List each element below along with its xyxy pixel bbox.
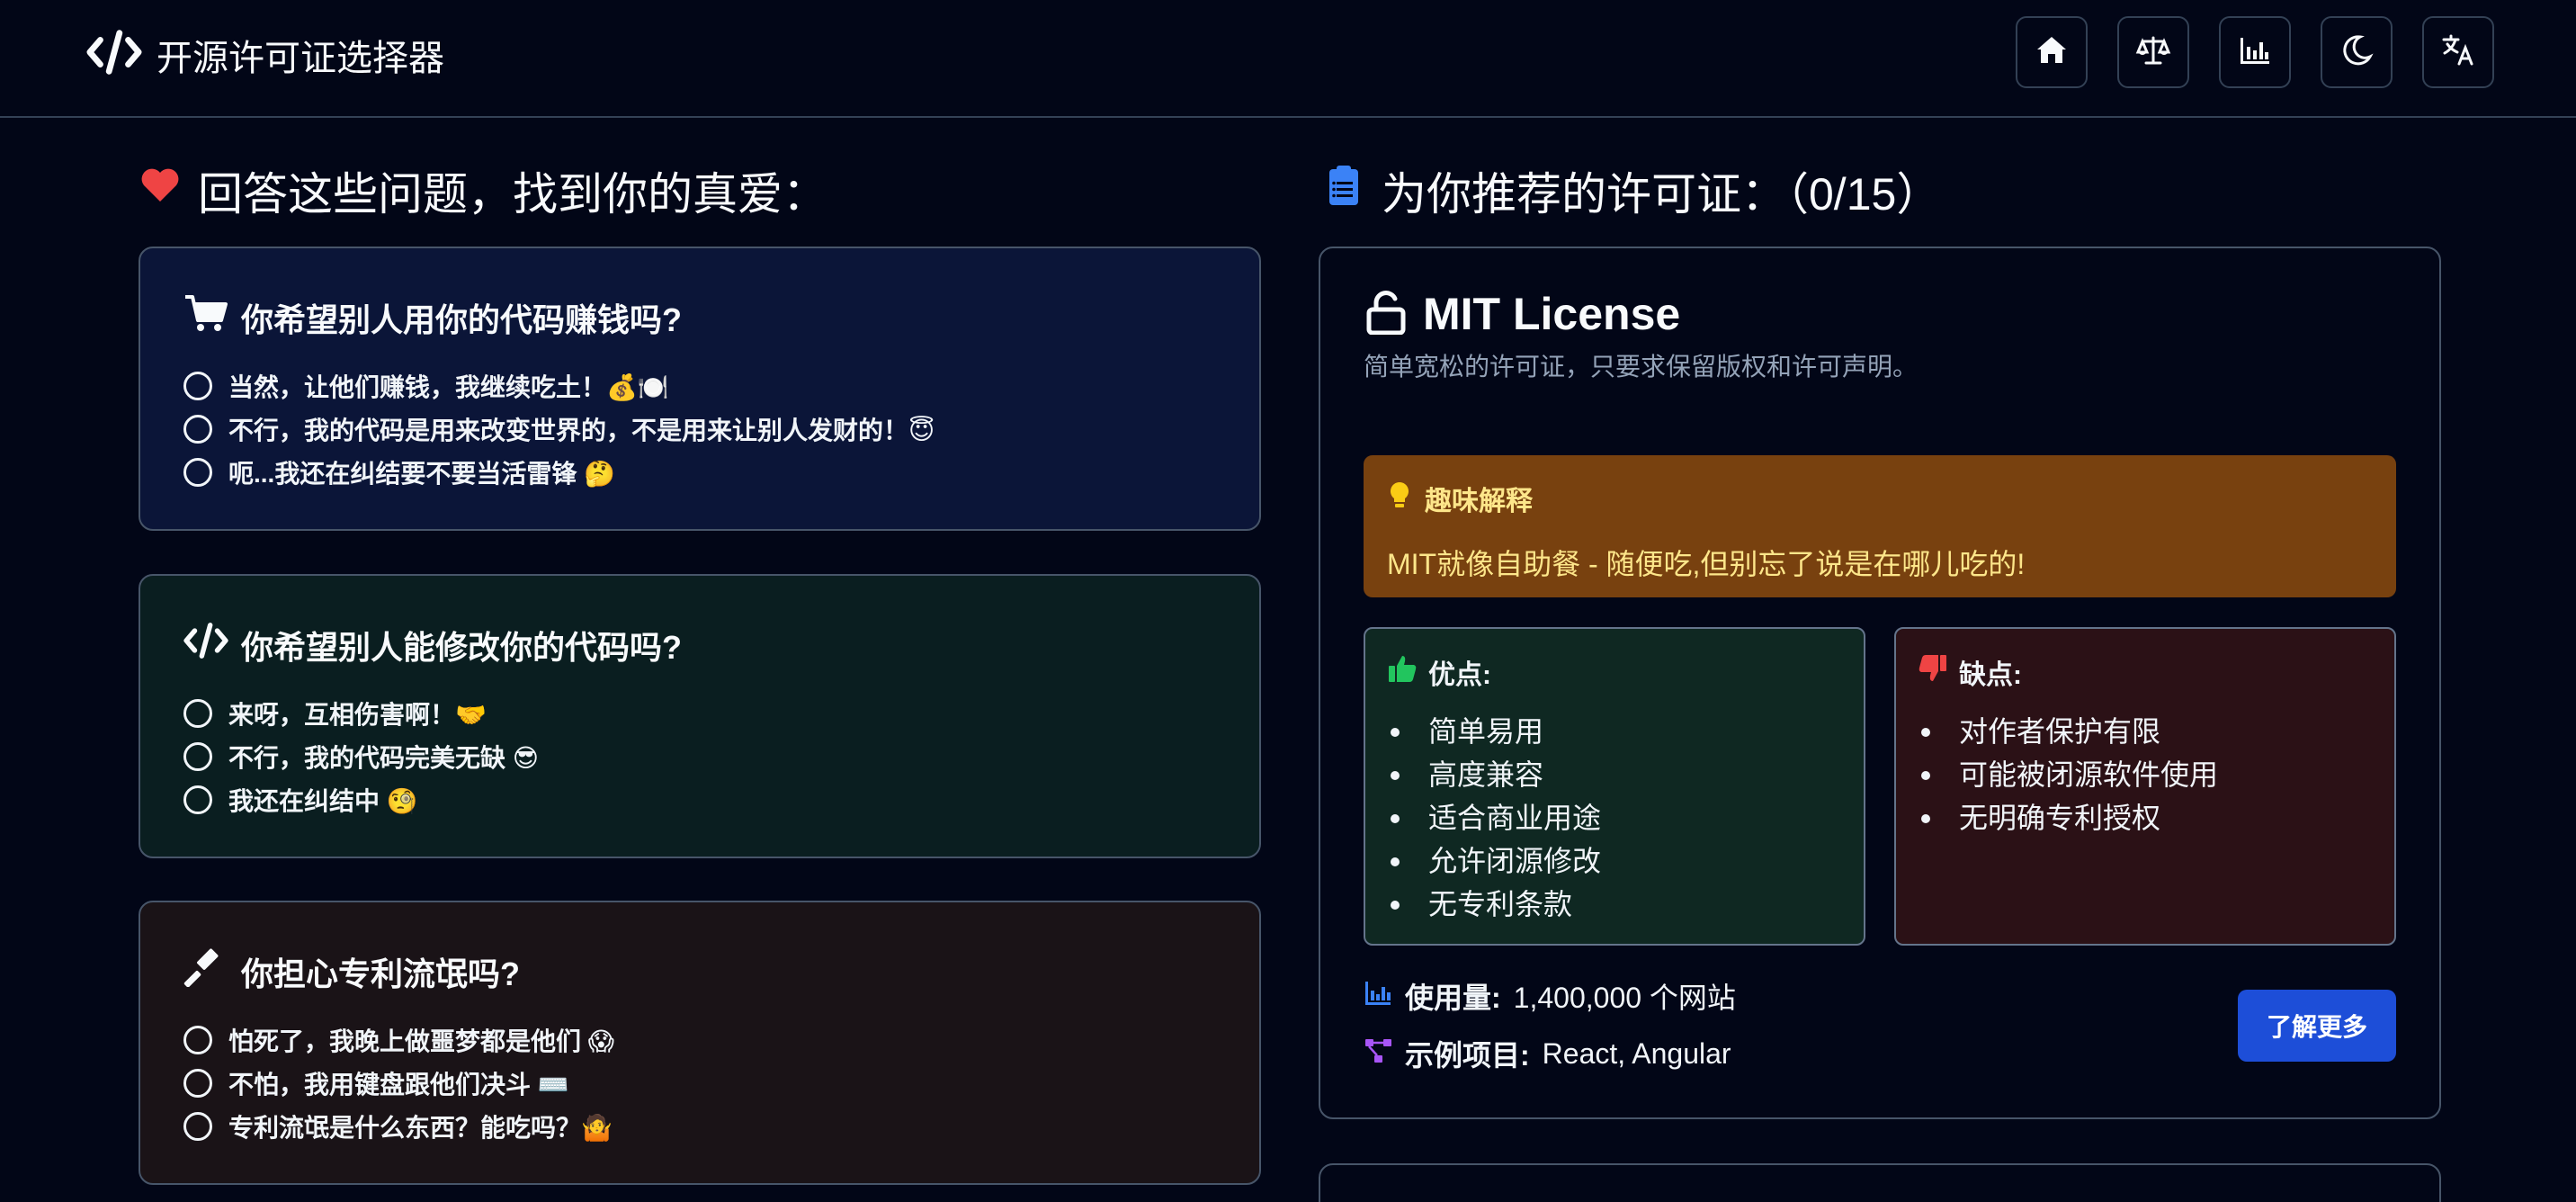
projects-value: React, Angular bbox=[1542, 1036, 1731, 1070]
question-card-modification: 你希望别人能修改你的代码吗? 来呀，互相伤害啊！🤝 不行，我的代码完美无缺 😎 … bbox=[139, 574, 1261, 858]
pros-title: 优点: bbox=[1428, 660, 1491, 690]
fun-title: 趣味解释 bbox=[1425, 487, 1533, 516]
option[interactable]: 当然，让他们赚钱，我继续吃土！💰🍽️ bbox=[183, 364, 1216, 408]
list-item: 简单易用 bbox=[1387, 710, 1842, 753]
radio-button[interactable] bbox=[183, 699, 212, 728]
stats-button[interactable] bbox=[2219, 16, 2291, 88]
nav-buttons bbox=[2016, 16, 2494, 88]
license-name: MIT License bbox=[1423, 289, 1681, 339]
moon-icon bbox=[2339, 32, 2375, 73]
language-button[interactable] bbox=[2422, 16, 2494, 88]
radio-button[interactable] bbox=[183, 742, 212, 771]
usage-value: 1,400,000 个网站 bbox=[1513, 982, 1736, 1014]
translate-icon bbox=[2440, 32, 2476, 73]
lightbulb-icon bbox=[1387, 480, 1412, 516]
chart-icon bbox=[2237, 32, 2273, 73]
pros-box: 优点: 简单易用 高度兼容 适合商业用途 允许闭源修改 无专利条款 bbox=[1364, 627, 1865, 946]
usage-stat: 使用量: 1,400,000 个网站 bbox=[1364, 975, 1736, 1017]
cons-list: 对作者保护有限 可能被闭源软件使用 无明确专利授权 bbox=[1918, 710, 2373, 839]
option[interactable]: 不行，我的代码完美无缺 😎 bbox=[183, 735, 1216, 778]
option[interactable]: 不行，我的代码是用来改变世界的，不是用来让别人发财的！😇 bbox=[183, 408, 1216, 451]
license-card-mit: MIT License 简单宽松的许可证，只要求保留版权和许可声明。 趣味解释 … bbox=[1319, 247, 2441, 1119]
recommendations-title: 为你推荐的许可证：（0/15） bbox=[1322, 158, 1941, 223]
cons-title: 缺点: bbox=[1959, 660, 2022, 690]
recommendations-title-text: 为你推荐的许可证：（0/15） bbox=[1382, 169, 1942, 220]
list-item: 适合商业用途 bbox=[1387, 796, 1842, 839]
option[interactable]: 呃...我还在纠结要不要当活雷锋 🤔 bbox=[183, 451, 1216, 494]
license-description: 简单宽松的许可证，只要求保留版权和许可声明。 bbox=[1364, 353, 1919, 381]
question-title: 你希望别人用你的代码赚钱吗? bbox=[183, 293, 1216, 341]
pros-list: 简单易用 高度兼容 适合商业用途 允许闭源修改 无专利条款 bbox=[1387, 710, 1842, 926]
project-diagram-icon bbox=[1364, 1036, 1392, 1072]
list-item: 可能被闭源软件使用 bbox=[1918, 753, 2373, 796]
radio-button[interactable] bbox=[183, 1026, 212, 1054]
brand[interactable]: 开源许可证选择器 bbox=[86, 27, 444, 82]
questions-title-text: 回答这些问题，找到你的真爱： bbox=[198, 169, 827, 220]
list-item: 无明确专利授权 bbox=[1918, 796, 2373, 839]
fun-explanation: 趣味解释 MIT就像自助餐 - 随便吃,但别忘了说是在哪儿吃的! bbox=[1364, 455, 2396, 597]
license-header: MIT License bbox=[1364, 288, 1680, 340]
gavel-icon bbox=[183, 947, 228, 995]
radio-button[interactable] bbox=[183, 458, 212, 487]
fun-text: MIT就像自助餐 - 随便吃,但别忘了说是在哪儿吃的! bbox=[1387, 548, 2026, 580]
code-icon bbox=[86, 27, 142, 82]
code-icon bbox=[183, 621, 228, 668]
thumbs-down-icon bbox=[1918, 653, 1948, 691]
list-item: 高度兼容 bbox=[1387, 753, 1842, 796]
radio-button[interactable] bbox=[183, 785, 212, 814]
option[interactable]: 不怕，我用键盘跟他们决斗 ⌨️ bbox=[183, 1062, 1216, 1105]
radio-button[interactable] bbox=[183, 372, 212, 400]
home-icon bbox=[2034, 32, 2070, 73]
question-title: 你希望别人能修改你的代码吗? bbox=[183, 621, 1216, 668]
option[interactable]: 怕死了，我晚上做噩梦都是他们 😱 bbox=[183, 1018, 1216, 1062]
radio-button[interactable] bbox=[183, 415, 212, 444]
home-button[interactable] bbox=[2016, 16, 2088, 88]
question-card-patent: 你担心专利流氓吗? 怕死了，我晚上做噩梦都是他们 😱 不怕，我用键盘跟他们决斗 … bbox=[139, 901, 1261, 1185]
scale-icon bbox=[2135, 32, 2171, 73]
radio-button[interactable] bbox=[183, 1069, 212, 1098]
thumbs-up-icon bbox=[1387, 653, 1418, 691]
questions-title: 回答这些问题，找到你的真爱： bbox=[139, 158, 827, 223]
cons-box: 缺点: 对作者保护有限 可能被闭源软件使用 无明确专利授权 bbox=[1894, 627, 2396, 946]
clipboard-icon bbox=[1322, 164, 1365, 218]
option[interactable]: 我还在纠结中 🧐 bbox=[183, 778, 1216, 821]
cart-icon bbox=[183, 293, 228, 341]
theme-toggle-button[interactable] bbox=[2321, 16, 2393, 88]
list-item: 无专利条款 bbox=[1387, 883, 1842, 926]
radio-button[interactable] bbox=[183, 1112, 212, 1141]
learn-more-button[interactable]: 了解更多 bbox=[2238, 990, 2396, 1062]
unlock-icon bbox=[1364, 290, 1409, 339]
list-item: 对作者保护有限 bbox=[1918, 710, 2373, 753]
option[interactable]: 来呀，互相伤害啊！🤝 bbox=[183, 692, 1216, 735]
projects-stat: 示例项目: React, Angular bbox=[1364, 1033, 1731, 1074]
option[interactable]: 专利流氓是什么东西？能吃吗？🤷 bbox=[183, 1105, 1216, 1148]
chart-icon bbox=[1364, 978, 1392, 1014]
license-card-next bbox=[1319, 1163, 2441, 1202]
question-card-commercial: 你希望别人用你的代码赚钱吗? 当然，让他们赚钱，我继续吃土！💰🍽️ 不行，我的代… bbox=[139, 247, 1261, 531]
app-title: 开源许可证选择器 bbox=[157, 38, 444, 78]
question-title: 你担心专利流氓吗? bbox=[183, 947, 1216, 995]
top-navbar: 开源许可证选择器 bbox=[0, 0, 2576, 118]
list-item: 允许闭源修改 bbox=[1387, 839, 1842, 883]
compare-button[interactable] bbox=[2117, 16, 2189, 88]
heart-icon bbox=[139, 164, 182, 218]
